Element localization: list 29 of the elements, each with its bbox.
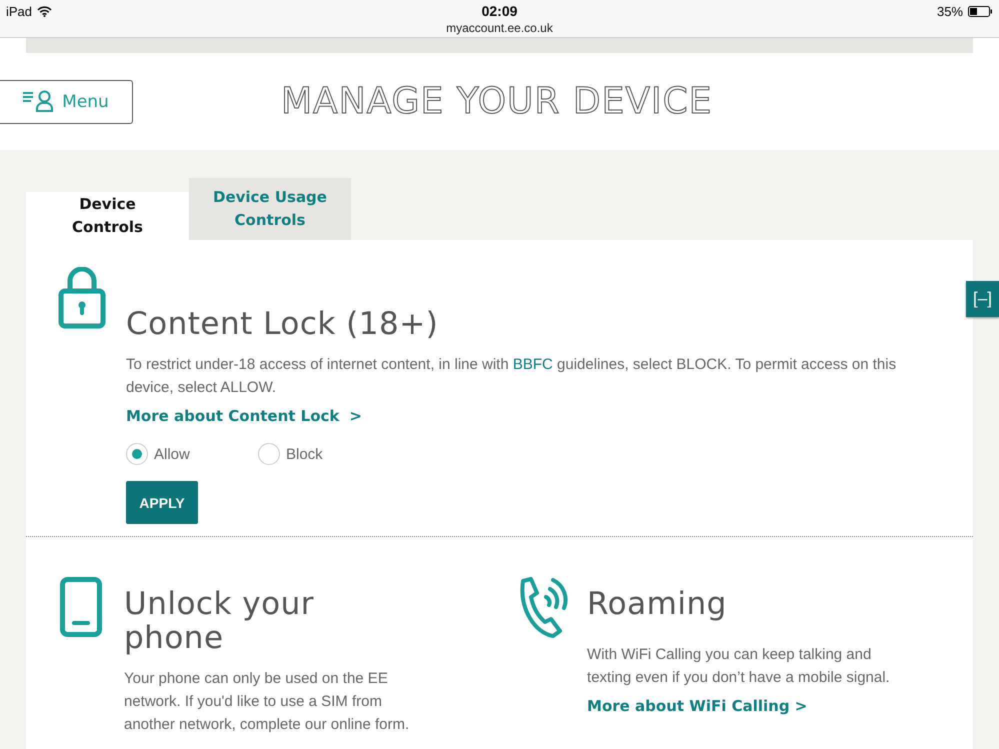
device-name: iPad	[6, 4, 32, 18]
battery-icon	[968, 6, 993, 16]
radio-button[interactable]	[126, 443, 148, 465]
radio-label[interactable]: Allow	[154, 446, 190, 462]
wifi-icon	[37, 6, 52, 16]
description-text: To restrict under-18 access of internet content, in line with BBFC guidelines, select BLOCK. To permit access on this device, select ALLOW.	[126, 355, 898, 398]
radio-button[interactable]	[258, 443, 280, 465]
section-heading: Unlock your phone	[124, 587, 315, 655]
menu-button[interactable]: Menu	[0, 80, 133, 124]
url-text[interactable]: myaccount.ee.co.uk	[0, 21, 999, 35]
section-text: Your phone can only be used on the EE network. If you'd like to use a SIM from another network, complete our online form.	[124, 669, 410, 735]
radio-label[interactable]: Block	[286, 446, 323, 462]
tab[interactable]: Device Usage Controls	[189, 178, 351, 240]
more-link[interactable]: More about WiFi Calling >	[587, 697, 918, 715]
tab[interactable]: Device Controls	[26, 192, 189, 240]
more-link[interactable]: More about Content Lock	[126, 407, 340, 425]
page-title: MANAGE YOUR DEVICE	[281, 81, 712, 122]
menu-icon	[22, 90, 54, 114]
battery-percent: 35%	[936, 4, 963, 18]
side-button[interactable]: [–]	[966, 281, 999, 317]
padlock-icon	[58, 267, 106, 329]
section-text: With WiFi Calling you can keep talking and texting even if you don’t have a mobile signal.	[587, 645, 891, 688]
clock-time: 02:09	[482, 3, 518, 19]
mobile-phone-icon	[60, 577, 102, 637]
bbfc-link[interactable]: BBFC	[512, 356, 553, 373]
section-heading: Content Lock (18+)	[126, 307, 440, 341]
section-heading: Roaming	[587, 587, 728, 621]
chevron-icon: >	[349, 407, 362, 425]
apply-button[interactable]: APPLY	[126, 481, 198, 524]
